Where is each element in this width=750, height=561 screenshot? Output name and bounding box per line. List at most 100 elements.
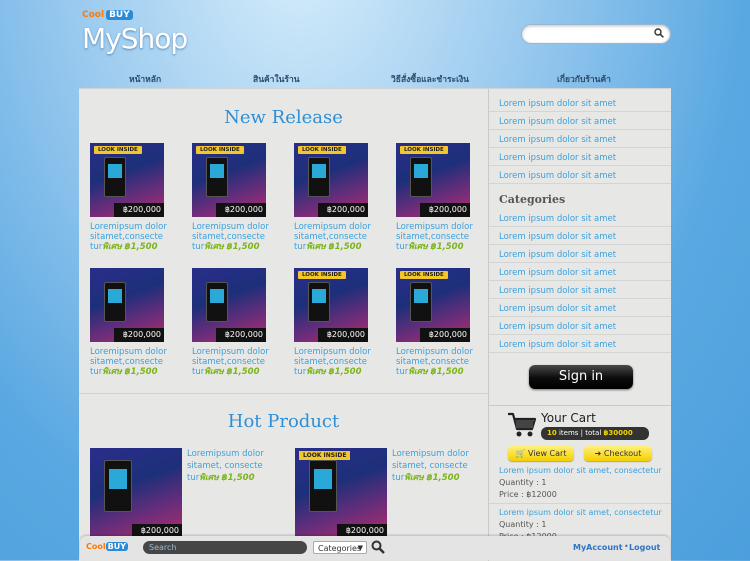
hot-product-card[interactable]: ฿200,000 Loremipsum dolor sitamet, conse… xyxy=(90,448,280,538)
category-link[interactable]: Lorem ipsum dolor sit amet xyxy=(499,214,616,224)
product-description[interactable]: Loremipsum dolor sitamet,consecte turพิเ… xyxy=(90,222,170,252)
my-account-link[interactable]: MyAccount xyxy=(573,543,623,552)
special-price: พิเศษ ฿1,500 xyxy=(408,242,464,252)
category-select[interactable]: Categories ▼ xyxy=(313,541,367,554)
product-card[interactable]: ฿200,000 Loremipsum dolor sitamet,consec… xyxy=(192,268,272,377)
phone-image xyxy=(104,460,132,512)
phone-image xyxy=(104,282,126,322)
logo-title: MyShop xyxy=(82,22,188,55)
product-image[interactable]: ฿200,000 xyxy=(90,448,182,538)
nav-item-about[interactable]: เกี่ยวกับร้านค้า xyxy=(557,72,611,86)
cart-small-icon: 🛒 xyxy=(515,449,526,458)
category-link[interactable]: Lorem ipsum dolor sit amet xyxy=(499,340,616,350)
look-inside-badge: LOOK INSIDE xyxy=(94,146,142,154)
logout-link[interactable]: Logout xyxy=(629,543,660,552)
product-description[interactable]: Loremipsum dolor sitamet,consecte turพิเ… xyxy=(294,347,374,377)
category-link[interactable]: Lorem ipsum dolor sit amet xyxy=(499,250,616,260)
sidebar-link[interactable]: Lorem ipsum dolor sit amet xyxy=(499,171,616,181)
phone-image xyxy=(308,282,330,322)
product-image[interactable]: LOOK INSIDE ฿200,000 xyxy=(294,268,368,342)
site-logo[interactable]: Cool BUY MyShop xyxy=(82,10,188,55)
product-image[interactable]: LOOK INSIDE ฿200,000 xyxy=(396,268,470,342)
special-price: พิเศษ ฿1,500 xyxy=(306,367,362,377)
product-card[interactable]: LOOK INSIDE ฿200,000 Loremipsum dolor si… xyxy=(396,268,476,377)
new-release-title: New Release xyxy=(224,107,343,128)
sidebar-link[interactable]: Lorem ipsum dolor sit amet xyxy=(499,99,616,109)
cart-item[interactable]: Lorem ipsum dolor sit amet, consectetur … xyxy=(499,465,669,501)
sign-in-button[interactable]: Sign in xyxy=(529,365,633,389)
category-link[interactable]: Lorem ipsum dolor sit amet xyxy=(499,268,616,278)
product-description[interactable]: Loremipsum dolor sitamet,consecte turพิเ… xyxy=(294,222,374,252)
toolbar-logo[interactable]: Cool BUY xyxy=(86,542,128,551)
product-description[interactable]: Loremipsum dolor sitamet, consecte turพิ… xyxy=(392,448,477,484)
shopping-cart-icon xyxy=(508,412,537,437)
look-inside-badge: LOOK INSIDE xyxy=(400,146,448,154)
product-price: ฿200,000 xyxy=(114,203,164,217)
product-description[interactable]: Loremipsum dolor sitamet,consecte turพิเ… xyxy=(90,347,170,377)
special-price: พิเศษ ฿1,500 xyxy=(204,367,260,377)
cart-item-name[interactable]: Lorem ipsum dolor sit amet, consectetur xyxy=(499,465,669,477)
sidebar-link[interactable]: Lorem ipsum dolor sit amet xyxy=(499,117,616,127)
view-cart-button[interactable]: 🛒 View Cart xyxy=(508,446,574,461)
product-card[interactable]: LOOK INSIDE ฿200,000 Loremipsum dolor si… xyxy=(294,268,374,377)
nav-item-home[interactable]: หน้าหลัก xyxy=(129,72,161,86)
product-image[interactable]: ฿200,000 xyxy=(90,268,164,342)
search-input[interactable] xyxy=(521,24,671,44)
look-inside-badge: LOOK INSIDE xyxy=(298,271,346,279)
product-image[interactable]: LOOK INSIDE ฿200,000 xyxy=(294,143,368,217)
phone-image xyxy=(104,157,126,197)
cart-total: ฿30000 xyxy=(603,429,633,437)
look-inside-badge: LOOK INSIDE xyxy=(196,146,244,154)
category-link[interactable]: Lorem ipsum dolor sit amet xyxy=(499,322,616,332)
logo-brand-small: Cool BUY xyxy=(82,10,133,20)
sidebar-link[interactable]: Lorem ipsum dolor sit amet xyxy=(499,135,616,145)
product-description[interactable]: Loremipsum dolor sitamet, consecte turพิ… xyxy=(187,448,272,484)
product-price: ฿200,000 xyxy=(318,203,368,217)
product-description[interactable]: Loremipsum dolor sitamet,consecte turพิเ… xyxy=(396,347,476,377)
product-image[interactable]: ฿200,000 xyxy=(192,268,266,342)
search-icon[interactable] xyxy=(371,540,385,554)
hot-product-card[interactable]: LOOK INSIDE ฿200,000 Loremipsum dolor si… xyxy=(295,448,485,538)
search-icon[interactable] xyxy=(654,28,664,38)
product-image[interactable]: LOOK INSIDE ฿200,000 xyxy=(90,143,164,217)
product-image[interactable]: LOOK INSIDE ฿200,000 xyxy=(295,448,387,538)
bottom-toolbar: Cool BUY Search Categories ▼ MyAccount • … xyxy=(80,536,670,560)
phone-image xyxy=(410,282,432,322)
product-price: ฿200,000 xyxy=(318,328,368,342)
categories-heading: Categories xyxy=(499,193,566,206)
product-card[interactable]: LOOK INSIDE ฿200,000 Loremipsum dolor si… xyxy=(294,143,374,252)
phone-image xyxy=(308,157,330,197)
product-card[interactable]: LOOK INSIDE ฿200,000 Loremipsum dolor si… xyxy=(90,143,170,252)
special-price: พิเศษ ฿1,500 xyxy=(199,473,255,483)
category-link[interactable]: Lorem ipsum dolor sit amet xyxy=(499,304,616,314)
category-link[interactable]: Lorem ipsum dolor sit amet xyxy=(499,286,616,296)
product-price: ฿200,000 xyxy=(420,203,470,217)
sidebar-link[interactable]: Lorem ipsum dolor sit amet xyxy=(499,153,616,163)
toolbar-search-input[interactable]: Search xyxy=(143,541,307,554)
special-price: พิเศษ ฿1,500 xyxy=(102,242,158,252)
cart-item-name[interactable]: Lorem ipsum dolor sit amet, consectetur xyxy=(499,507,669,519)
product-price: ฿200,000 xyxy=(216,328,266,342)
product-card[interactable]: LOOK INSIDE ฿200,000 Loremipsum dolor si… xyxy=(396,143,476,252)
nav-item-how-to-order[interactable]: วิธีสั่งซื้อและชำระเงิน xyxy=(391,72,469,86)
product-description[interactable]: Loremipsum dolor sitamet,consecte turพิเ… xyxy=(396,222,476,252)
product-image[interactable]: LOOK INSIDE ฿200,000 xyxy=(192,143,266,217)
product-price: ฿200,000 xyxy=(216,203,266,217)
special-price: พิเศษ ฿1,500 xyxy=(306,242,362,252)
category-link[interactable]: Lorem ipsum dolor sit amet xyxy=(499,232,616,242)
phone-image xyxy=(410,157,432,197)
main-panel: New Release LOOK INSIDE ฿200,000 Loremip… xyxy=(79,88,671,561)
checkout-button[interactable]: ➜ Checkout xyxy=(584,446,652,461)
product-card[interactable]: LOOK INSIDE ฿200,000 Loremipsum dolor si… xyxy=(192,143,272,252)
product-description[interactable]: Loremipsum dolor sitamet,consecte turพิเ… xyxy=(192,222,272,252)
cart-item-quantity: Quantity : 1 xyxy=(499,478,547,487)
cart-divider xyxy=(489,405,671,406)
product-image[interactable]: LOOK INSIDE ฿200,000 xyxy=(396,143,470,217)
product-card[interactable]: ฿200,000 Loremipsum dolor sitamet,consec… xyxy=(90,268,170,377)
cart-summary: 10 items | total ฿30000 xyxy=(541,427,649,440)
nav-item-products[interactable]: สินค้าในร้าน xyxy=(253,72,300,86)
phone-image xyxy=(309,460,337,512)
phone-image xyxy=(206,282,228,322)
product-description[interactable]: Loremipsum dolor sitamet,consecte turพิเ… xyxy=(192,347,272,377)
cart-item-quantity: Quantity : 1 xyxy=(499,520,547,529)
